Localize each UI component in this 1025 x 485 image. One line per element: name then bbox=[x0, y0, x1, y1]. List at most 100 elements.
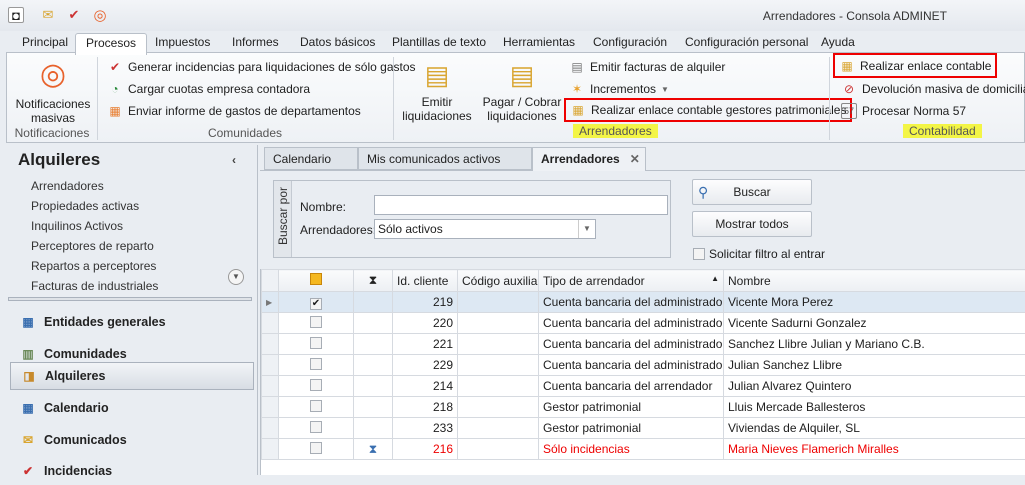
generar-incidencias-button[interactable]: ✔Generar incidencias para liquidaciones … bbox=[107, 57, 416, 77]
realizar-enlace-contable-button[interactable]: ▦Realizar enlace contable bbox=[835, 55, 995, 76]
table-row[interactable]: 229 Cuenta bancaria del administrador Ju… bbox=[262, 355, 1025, 376]
checkbox[interactable] bbox=[310, 379, 322, 391]
row-indicator[interactable] bbox=[262, 313, 279, 334]
codigo-cell bbox=[458, 376, 539, 397]
nombre-input[interactable] bbox=[374, 195, 668, 215]
row-checkbox[interactable] bbox=[279, 313, 354, 334]
nombre-cell: Vicente Mora Perez bbox=[724, 292, 1025, 313]
cargar-cuotas-button[interactable]: ◔Cargar cuotas empresa contadora bbox=[107, 79, 310, 99]
tab-datos-basicos[interactable]: Datos básicos bbox=[290, 33, 385, 53]
doc-tab-arrendadores[interactable]: Arrendadores✕ bbox=[532, 147, 646, 171]
tab-plantillas[interactable]: Plantillas de texto bbox=[382, 33, 496, 53]
row-indicator[interactable]: ▶ bbox=[262, 292, 279, 313]
link-inquilinos-activos[interactable]: Inquilinos Activos bbox=[31, 216, 123, 236]
nav-incidencias[interactable]: ✔Incidencias bbox=[10, 457, 254, 485]
mail-icon[interactable]: ✉ bbox=[40, 7, 56, 23]
mostrar-todos-button[interactable]: Mostrar todos bbox=[692, 211, 812, 237]
table-row[interactable]: ⧗ 216 Sólo incidencias Maria Nieves Flam… bbox=[262, 439, 1025, 460]
solicitar-filtro-checkbox[interactable]: Solicitar filtro al entrar bbox=[693, 247, 825, 261]
enlace-contable-gestores-button[interactable]: ▦Realizar enlace contable gestores patri… bbox=[566, 100, 850, 120]
tab-configuracion[interactable]: Configuración bbox=[583, 33, 677, 53]
checkbox[interactable] bbox=[310, 442, 322, 454]
status-cell bbox=[354, 292, 393, 313]
tab-principal[interactable]: Principal bbox=[12, 33, 78, 53]
select-all-icon[interactable] bbox=[310, 273, 322, 285]
table-row[interactable]: 221 Cuenta bancaria del administrador Sa… bbox=[262, 334, 1025, 355]
doc-tab-calendario[interactable]: Calendario bbox=[264, 147, 358, 170]
pagar-cobrar-button[interactable]: ▤ Pagar / Cobrar liquidaciones bbox=[481, 57, 563, 123]
emitir-facturas-button[interactable]: ▤Emitir facturas de alquiler bbox=[569, 57, 725, 77]
nav-comunicados[interactable]: ✉Comunicados bbox=[10, 426, 254, 454]
link-facturas-industriales[interactable]: Facturas de industriales bbox=[31, 276, 158, 296]
nombre-cell: Viviendas de Alquiler, SL bbox=[724, 418, 1025, 439]
app-menu-icon[interactable]: ◘ bbox=[8, 7, 24, 23]
row-indicator[interactable] bbox=[262, 376, 279, 397]
enviar-informe-button[interactable]: ▦Enviar informe de gastos de departament… bbox=[107, 101, 361, 121]
checkbox[interactable] bbox=[310, 316, 322, 328]
emitir-liquidaciones-button[interactable]: ▤ Emitir liquidaciones bbox=[399, 57, 475, 123]
nav-alquileres[interactable]: ◨Alquileres bbox=[10, 362, 254, 390]
row-checkbox[interactable] bbox=[279, 355, 354, 376]
link-propiedades-activas[interactable]: Propiedades activas bbox=[31, 196, 139, 216]
arrendadores-select[interactable]: Sólo activos▼ bbox=[374, 219, 596, 239]
table-row[interactable]: 233 Gestor patrimonial Viviendas de Alqu… bbox=[262, 418, 1025, 439]
codigo-cell bbox=[458, 334, 539, 355]
close-icon[interactable]: ✕ bbox=[630, 152, 640, 166]
group-label-comunidades: Comunidades bbox=[97, 126, 393, 140]
col-header-nombre[interactable]: Nombre bbox=[724, 270, 1025, 292]
buscar-button[interactable]: ⚲Buscar bbox=[692, 179, 812, 205]
tab-impuestos[interactable]: Impuestos bbox=[145, 33, 220, 53]
id-cell: 219 bbox=[393, 292, 458, 313]
col-header-codigo[interactable]: Código auxiliar bbox=[458, 270, 539, 292]
col-header-status[interactable]: ⧗ bbox=[354, 270, 393, 292]
table-row[interactable]: ▶ ✔ 219 Cuenta bancaria del administrado… bbox=[262, 292, 1025, 313]
checkbox[interactable] bbox=[310, 337, 322, 349]
row-checkbox[interactable] bbox=[279, 334, 354, 355]
table-row[interactable]: 218 Gestor patrimonial Lluis Mercade Bal… bbox=[262, 397, 1025, 418]
row-indicator[interactable] bbox=[262, 334, 279, 355]
row-checkbox[interactable] bbox=[279, 439, 354, 460]
incrementos-button[interactable]: ✶Incrementos▼ bbox=[569, 79, 669, 99]
row-checkbox[interactable] bbox=[279, 397, 354, 418]
row-indicator[interactable] bbox=[262, 439, 279, 460]
row-indicator[interactable] bbox=[262, 418, 279, 439]
link-repartos-perceptores[interactable]: Repartos a perceptores bbox=[31, 256, 156, 276]
row-checkbox[interactable] bbox=[279, 418, 354, 439]
tab-procesos[interactable]: Procesos bbox=[75, 33, 147, 55]
tab-configuracion-personal[interactable]: Configuración personal bbox=[675, 33, 818, 53]
clipboard-check-icon[interactable]: ✔ bbox=[66, 7, 82, 23]
tab-herramientas[interactable]: Herramientas bbox=[493, 33, 585, 53]
procesar-norma-57-button[interactable]: 57Procesar Norma 57 bbox=[841, 101, 966, 121]
nav-calendario[interactable]: ▦Calendario bbox=[10, 394, 254, 422]
link-arrendadores[interactable]: Arrendadores bbox=[31, 176, 104, 196]
row-indicator[interactable] bbox=[262, 355, 279, 376]
col-header-tipo[interactable]: Tipo de arrendador▲ bbox=[539, 270, 724, 292]
scroll-down-icon[interactable]: ▼ bbox=[228, 269, 244, 285]
norma57-icon: 57 bbox=[841, 103, 857, 119]
col-header-id[interactable]: Id. cliente bbox=[393, 270, 458, 292]
table-row[interactable]: 214 Cuenta bancaria del arrendador Julia… bbox=[262, 376, 1025, 397]
id-cell: 216 bbox=[393, 439, 458, 460]
splitter[interactable] bbox=[8, 297, 252, 301]
row-indicator[interactable] bbox=[262, 397, 279, 418]
tab-ayuda[interactable]: Ayuda bbox=[811, 33, 865, 53]
notificaciones-masivas-button[interactable]: ◎ Notificaciones masivas bbox=[11, 57, 95, 125]
checkbox[interactable] bbox=[693, 248, 705, 260]
row-checkbox[interactable] bbox=[279, 376, 354, 397]
col-header-select[interactable] bbox=[279, 270, 354, 292]
checkbox[interactable] bbox=[310, 421, 322, 433]
collapse-chevron-icon[interactable]: ‹ bbox=[232, 153, 236, 167]
devolucion-masiva-button[interactable]: ⊘Devolución masiva de domiciliaciones bbox=[841, 79, 1025, 99]
doc-tab-comunicados[interactable]: Mis comunicados activos bbox=[358, 147, 532, 170]
table-row[interactable]: 220 Cuenta bancaria del administrador Vi… bbox=[262, 313, 1025, 334]
checkbox[interactable]: ✔ bbox=[310, 298, 322, 310]
status-cell bbox=[354, 334, 393, 355]
tab-informes[interactable]: Informes bbox=[222, 33, 289, 53]
broadcast-icon[interactable]: ◎ bbox=[92, 7, 108, 23]
nav-entidades-generales[interactable]: ▦Entidades generales bbox=[10, 308, 254, 336]
checkbox[interactable] bbox=[310, 358, 322, 370]
row-checkbox[interactable]: ✔ bbox=[279, 292, 354, 313]
link-perceptores-reparto[interactable]: Perceptores de reparto bbox=[31, 236, 154, 256]
checkbox[interactable] bbox=[310, 400, 322, 412]
chevron-down-icon[interactable]: ▼ bbox=[578, 220, 595, 238]
